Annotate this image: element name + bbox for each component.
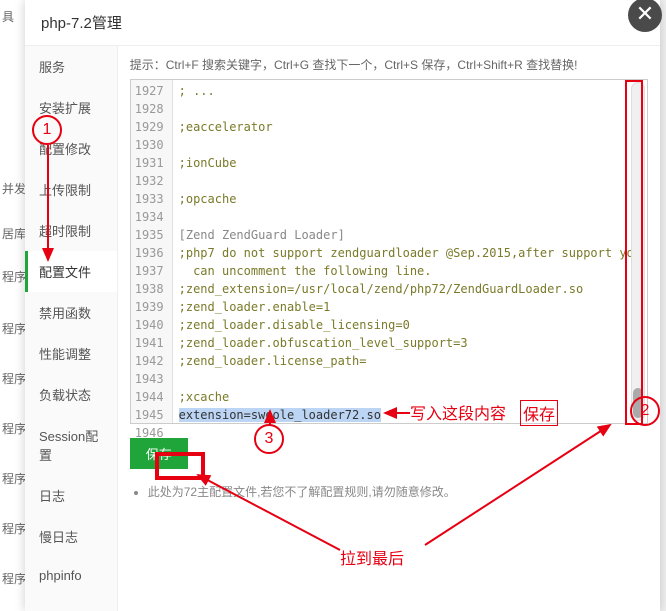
footer-note: 此处为72主配置文件,若您不了解配置规则,请勿随意修改。 (130, 483, 648, 500)
bg-label: 程序 (2, 320, 26, 337)
code-content[interactable]: ; ... ;eaccelerator ;ionCube ;opcache [Z… (173, 80, 647, 423)
tip-text: 提示：Ctrl+F 搜索关键字，Ctrl+G 查找下一个，Ctrl+S 保存，C… (130, 56, 648, 73)
bg-label: 程序 (2, 470, 26, 487)
bg-label: 具 (2, 8, 14, 25)
sidebar-item[interactable]: 配置修改 (25, 128, 117, 169)
sidebar-item[interactable]: 性能调整 (25, 333, 117, 374)
sidebar-item[interactable]: 超时限制 (25, 210, 117, 251)
bg-label: 程序 (2, 268, 26, 285)
bg-label: 并发 (2, 180, 26, 197)
annotation-save-box-inner (157, 454, 203, 478)
line-gutter: 1927192819291930193119321933193419351936… (131, 80, 173, 423)
bg-label: 居库 (2, 225, 26, 242)
modal-title: php-7.2管理 (25, 0, 660, 46)
bg-label: 程序 (2, 370, 26, 387)
modal: ✕ php-7.2管理 服务安装扩展配置修改上传限制超时限制配置文件禁用函数性能… (25, 0, 660, 611)
main-panel: 提示：Ctrl+F 搜索关键字，Ctrl+G 查找下一个，Ctrl+S 保存，C… (118, 46, 660, 611)
bg-label: 程序 (2, 520, 26, 537)
sidebar-item[interactable]: 安装扩展 (25, 87, 117, 128)
sidebar-item[interactable]: 服务 (25, 46, 117, 87)
sidebar-item[interactable]: 日志 (25, 475, 117, 516)
code-editor[interactable]: 1927192819291930193119321933193419351936… (130, 79, 648, 424)
sidebar-item[interactable]: 禁用函数 (25, 292, 117, 333)
sidebar-item[interactable]: 上传限制 (25, 169, 117, 210)
sidebar: 服务安装扩展配置修改上传限制超时限制配置文件禁用函数性能调整负载状态Sessio… (25, 46, 118, 611)
sidebar-item[interactable]: 慢日志 (25, 516, 117, 557)
bg-label: 程序 (2, 570, 26, 587)
sidebar-item[interactable]: 负载状态 (25, 374, 117, 415)
sidebar-item[interactable]: Session配置 (25, 415, 117, 475)
annotation-scrollbar-box (625, 80, 643, 425)
sidebar-item[interactable]: 配置文件 (25, 251, 117, 292)
bg-label: 程序 (2, 420, 26, 437)
close-icon: ✕ (636, 1, 654, 26)
sidebar-item[interactable]: phpinfo (25, 557, 117, 594)
